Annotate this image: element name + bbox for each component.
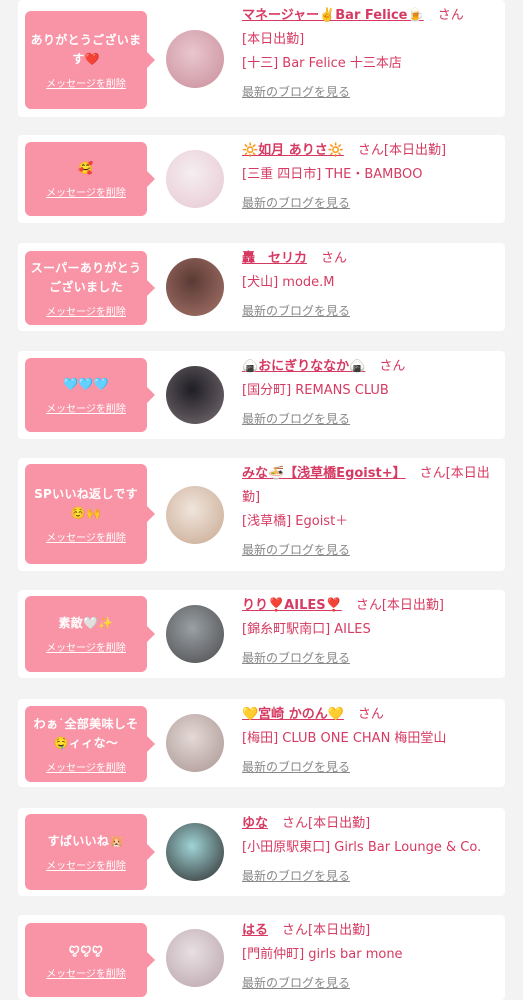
- avatar[interactable]: [166, 714, 224, 772]
- message-text: ありがとうございます❤️: [30, 32, 142, 66]
- shop-location: [犬山] mode.M: [242, 275, 335, 290]
- profile-info: 💛宮崎 かのん💛 さん [梅田] CLUB ONE CHAN 梅田堂山最新のブログを…: [242, 703, 497, 780]
- latest-blog-link[interactable]: 最新のブログを見る: [242, 191, 350, 215]
- profile-name-link[interactable]: 轟 セリカ: [242, 251, 307, 266]
- profile-name-link[interactable]: 🔆如月 ありさ🔆: [242, 143, 344, 158]
- shop-location: [梅田] CLUB ONE CHAN 梅田堂山: [242, 731, 447, 746]
- message-card: すばいいね🐹 メッセージを削除 ゆな さん[本日出勤] [小田原駅東口] Girls B…: [18, 808, 505, 896]
- avatar[interactable]: [166, 823, 224, 881]
- message-bubble: 素敵🤍✨ メッセージを削除: [25, 596, 155, 672]
- avatar[interactable]: [166, 605, 224, 663]
- message-text: SPいいね返しです☺️🙌: [34, 486, 138, 520]
- shop-location: [錦糸町駅南口] AILES: [242, 622, 371, 637]
- honorific: さん: [321, 251, 348, 266]
- profile-info: はる さん[本日出勤] [門前仲町] girls bar mone 最新のブログを見る: [242, 919, 497, 996]
- delete-message-link[interactable]: メッセージを削除: [46, 529, 126, 544]
- message-card: SPいいね返しです☺️🙌 メッセージを削除 みな🍜【浅草橋Egoist+】 さん[本日…: [18, 458, 505, 571]
- delete-message-link[interactable]: メッセージを削除: [46, 75, 126, 90]
- message-card: わぁ˙全部美味しそ🤤ィィな〜メッセージを削除 💛宮崎 かのん💛 さん [梅田] CLU…: [18, 699, 505, 787]
- profile-name-link[interactable]: ゆな: [242, 816, 268, 831]
- shop-location: [十三] Bar Felice 十三本店: [242, 56, 402, 71]
- delete-message-link[interactable]: メッセージを削除: [46, 857, 126, 872]
- avatar[interactable]: [166, 485, 224, 544]
- honorific: さん: [282, 816, 309, 831]
- message-bubble: すばいいね🐹 メッセージを削除: [25, 814, 155, 890]
- honorific: さん: [357, 707, 384, 722]
- avatar[interactable]: [166, 29, 224, 88]
- latest-blog-link[interactable]: 最新のブログを見る: [242, 971, 350, 995]
- message-text: 🩵🩵🩵: [63, 377, 109, 391]
- attendance-badge: [本日出勤]: [242, 32, 305, 47]
- profile-info: みな🍜【浅草橋Egoist+】 さん[本日出勤] [浅草橋] Egoist＋ 最新のブ…: [242, 462, 497, 563]
- delete-message-link[interactable]: メッセージを削除: [46, 965, 126, 980]
- latest-blog-link[interactable]: 最新のブログを見る: [242, 80, 350, 104]
- avatar[interactable]: [166, 150, 224, 208]
- honorific: さん: [419, 466, 446, 481]
- delete-message-link[interactable]: メッセージを削除: [46, 639, 126, 654]
- shop-location: [国分町] REMANS CLUB: [242, 383, 389, 398]
- latest-blog-link[interactable]: 最新のブログを見る: [242, 646, 350, 670]
- delete-message-link[interactable]: メッセージを削除: [46, 184, 126, 199]
- shop-location: [三重 四日市] THE・BAMBOO: [242, 167, 423, 182]
- message-card: ありがとうございます❤️ メッセージを削除 マネージャー✌️Bar Felice🍺 さ…: [18, 0, 505, 117]
- honorific: さん: [437, 8, 464, 23]
- avatar[interactable]: [166, 928, 224, 987]
- latest-blog-link[interactable]: 最新のブログを見る: [242, 407, 350, 431]
- honorific: さん: [379, 359, 406, 374]
- avatar[interactable]: [166, 366, 224, 424]
- message-bubble: SPいいね返しです☺️🙌 メッセージを削除: [25, 464, 155, 564]
- message-text: 素敵🤍✨: [58, 616, 114, 630]
- message-bubble: スーパーありがとうございましたメッセージを削除: [25, 251, 155, 325]
- message-card: 素敵🤍✨ メッセージを削除 りり❣️AILES❣️ さん[本日出勤] [錦糸町駅南口] …: [18, 590, 505, 678]
- shop-location: [浅草橋] Egoist＋: [242, 514, 349, 529]
- message-card: 🥰 メッセージを削除 🔆如月 ありさ🔆 さん[本日出勤] [三重 四日市] THE・BA…: [18, 135, 505, 223]
- profile-info: 轟 セリカ さん [犬山] mode.M 最新のブログを見る: [242, 247, 497, 324]
- attendance-badge: [本日出勤]: [381, 598, 444, 613]
- profile-info: りり❣️AILES❣️ さん[本日出勤] [錦糸町駅南口] AILES 最新のブログを…: [242, 594, 497, 671]
- message-card: 🩵🩵🩵 メッセージを削除 🍙おにぎりななか🍙 さん [国分町] REMANS CLUB 最…: [18, 351, 505, 439]
- profile-info: 🍙おにぎりななか🍙 さん [国分町] REMANS CLUB 最新のブログを見る: [242, 355, 497, 432]
- honorific: さん: [355, 598, 382, 613]
- profile-name-link[interactable]: マネージャー✌️Bar Felice🍺: [242, 8, 424, 23]
- avatar[interactable]: [166, 258, 224, 316]
- latest-blog-link[interactable]: 最新のブログを見る: [242, 755, 350, 779]
- shop-location: [門前仲町] girls bar mone: [242, 947, 403, 962]
- delete-message-link[interactable]: メッセージを削除: [46, 303, 126, 318]
- message-card: スーパーありがとうございましたメッセージを削除 轟 セリカ さん [犬山] mode.…: [18, 243, 505, 331]
- message-bubble: ありがとうございます❤️ メッセージを削除: [25, 11, 155, 109]
- message-text: すばいいね🐹: [47, 834, 125, 848]
- profile-name-link[interactable]: みな🍜【浅草橋Egoist+】: [242, 466, 406, 481]
- attendance-badge: [本日出勤]: [308, 923, 371, 938]
- profile-info: 🔆如月 ありさ🔆 さん[本日出勤] [三重 四日市] THE・BAMBOO 最新のブロ…: [242, 139, 497, 216]
- delete-message-link[interactable]: メッセージを削除: [46, 400, 126, 415]
- honorific: さん: [357, 143, 384, 158]
- message-text: ꨄ︎ꨄ︎ꨄ︎: [68, 942, 104, 956]
- profile-info: ゆな さん[本日出勤] [小田原駅東口] Girls Bar Lounge & Co…: [242, 812, 497, 889]
- attendance-badge: [本日出勤]: [383, 143, 447, 158]
- latest-blog-link[interactable]: 最新のブログを見る: [242, 864, 350, 888]
- message-bubble: 🥰 メッセージを削除: [25, 142, 155, 216]
- message-list: ありがとうございます❤️ メッセージを削除 マネージャー✌️Bar Felice🍺 さ…: [0, 0, 523, 1000]
- honorific: さん: [282, 923, 309, 938]
- profile-name-link[interactable]: りり❣️AILES❣️: [242, 598, 342, 613]
- message-card: ꨄ︎ꨄ︎ꨄ︎ メッセージを削除 はる さん[本日出勤] [門前仲町] girls bar…: [18, 915, 505, 1000]
- shop-location: [小田原駅東口] Girls Bar Lounge & Co.: [242, 840, 482, 855]
- message-text: 🥰: [78, 161, 94, 175]
- latest-blog-link[interactable]: 最新のブログを見る: [242, 299, 350, 323]
- profile-name-link[interactable]: 💛宮崎 かのん💛: [242, 707, 344, 722]
- latest-blog-link[interactable]: 最新のブログを見る: [242, 538, 350, 562]
- profile-name-link[interactable]: はる: [242, 923, 268, 938]
- profile-info: マネージャー✌️Bar Felice🍺 さん [本日出勤] [十三] Bar Feli…: [242, 4, 497, 105]
- delete-message-link[interactable]: メッセージを削除: [46, 759, 126, 774]
- attendance-badge: [本日出勤]: [308, 816, 371, 831]
- message-bubble: ꨄ︎ꨄ︎ꨄ︎ メッセージを削除: [25, 923, 155, 997]
- message-text: スーパーありがとうございました: [30, 260, 142, 294]
- profile-name-link[interactable]: 🍙おにぎりななか🍙: [242, 359, 365, 374]
- message-text: わぁ˙全部美味しそ🤤ィィな〜: [33, 716, 139, 750]
- message-bubble: わぁ˙全部美味しそ🤤ィィな〜メッセージを削除: [25, 706, 155, 782]
- message-bubble: 🩵🩵🩵 メッセージを削除: [25, 358, 155, 432]
